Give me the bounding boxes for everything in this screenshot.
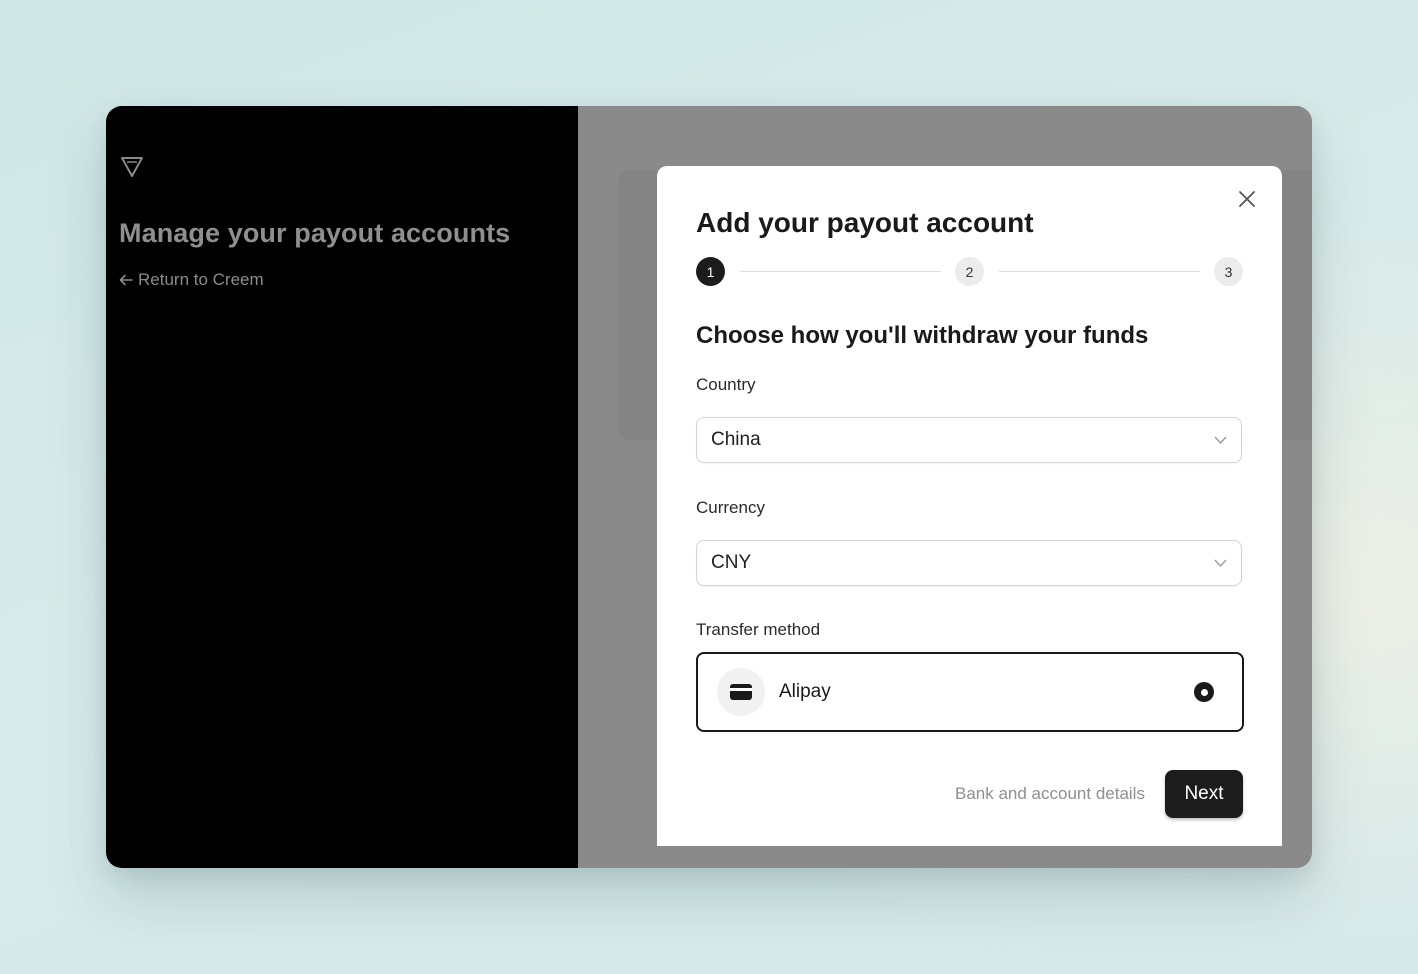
transfer-option-label: Alipay: [779, 681, 831, 702]
currency-select[interactable]: CNY: [696, 540, 1242, 586]
chevron-down-icon: [1214, 559, 1227, 568]
triangle-logo-icon: [121, 157, 143, 177]
currency-value: CNY: [711, 552, 752, 573]
return-link[interactable]: Return to Creem: [119, 270, 264, 290]
arrow-left-icon: [119, 274, 133, 286]
country-value: China: [711, 429, 761, 450]
currency-label: Currency: [696, 498, 765, 517]
chevron-down-icon: [1214, 436, 1227, 445]
step-connector: [999, 271, 1200, 272]
payout-modal: Add your payout account 1 2 3 Choose how…: [657, 166, 1282, 846]
next-step-hint: Bank and account details: [955, 784, 1145, 803]
section-title: Choose how you'll withdraw your funds: [696, 322, 1149, 349]
close-icon[interactable]: [1236, 188, 1258, 210]
return-link-label: Return to Creem: [138, 270, 264, 289]
transfer-method-label: Transfer method: [696, 620, 821, 639]
radio-selected[interactable]: [1194, 682, 1214, 702]
sidebar: Manage your payout accounts Return to Cr…: [106, 106, 578, 868]
country-label: Country: [696, 375, 756, 394]
step-3: 3: [1214, 257, 1243, 286]
transfer-option-alipay[interactable]: Alipay: [696, 652, 1244, 732]
modal-title: Add your payout account: [696, 207, 1034, 238]
method-icon-badge: [717, 668, 765, 716]
step-2: 2: [955, 257, 984, 286]
page-title: Manage your payout accounts: [119, 218, 511, 248]
next-button[interactable]: Next: [1165, 770, 1243, 818]
wallet-card-icon: [730, 684, 752, 700]
step-connector: [740, 271, 941, 272]
country-select[interactable]: China: [696, 417, 1242, 463]
step-1: 1: [696, 257, 725, 286]
stepper: 1 2 3: [696, 257, 1244, 287]
app-window: Manage your payout accounts Return to Cr…: [106, 106, 1312, 868]
